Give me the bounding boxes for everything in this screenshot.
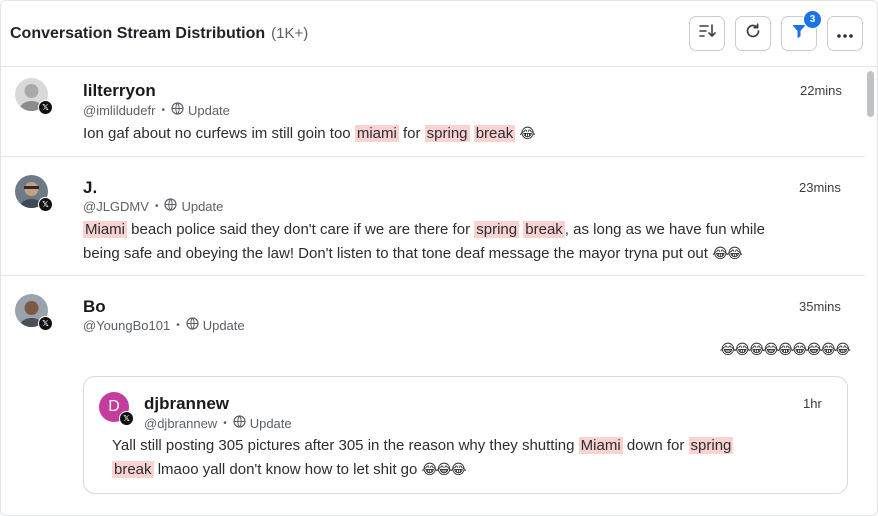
author-meta: @YoungBo101 • Update: [83, 317, 245, 333]
text-segment: beach police said they don't care if we …: [127, 221, 475, 238]
globe-icon: [186, 317, 199, 333]
author-handle[interactable]: @djbrannew: [144, 416, 217, 431]
separator-dot: •: [154, 200, 159, 212]
avatar[interactable]: 𝕏: [15, 78, 53, 115]
author-meta: @JLGDMV • Update: [83, 198, 223, 214]
avatar[interactable]: 𝕏: [15, 294, 53, 331]
author-name[interactable]: lilterryon: [83, 81, 156, 101]
keyword-highlight: Miami: [578, 437, 623, 454]
text-segment: for: [398, 125, 425, 142]
keyword-highlight: break: [112, 461, 154, 478]
refresh-icon: [744, 22, 762, 45]
laughing-emoji: 😂: [519, 126, 535, 142]
text-segment: being safe and obeying the law! Don't li…: [83, 245, 713, 262]
x-platform-icon: 𝕏: [38, 197, 53, 212]
filter-icon: [791, 23, 807, 44]
text-segment: Ion gaf about no curfews im still goin t…: [83, 125, 355, 142]
source-label: Update: [249, 415, 292, 431]
text-segment: down for: [622, 437, 689, 454]
keyword-highlight: spring: [424, 125, 470, 142]
author-handle[interactable]: @imlildudefr: [83, 103, 155, 118]
keyword-highlight: spring: [474, 221, 520, 238]
keyword-highlight: Miami: [83, 221, 127, 238]
source-label: Update: [187, 102, 230, 118]
author-name[interactable]: J.: [83, 178, 97, 198]
laughing-emoji: 😂😂😂: [421, 462, 467, 478]
x-platform-icon: 𝕏: [38, 100, 53, 115]
conversation-stream-panel: Conversation Stream Distribution (1K+) 3…: [0, 0, 878, 516]
post-text: 😂😂😂😂😂😂😂😂😂: [664, 338, 851, 362]
source-label: Update: [202, 317, 245, 333]
x-platform-icon: 𝕏: [38, 316, 53, 331]
more-horizontal-icon: [837, 25, 853, 43]
author-name[interactable]: djbrannew: [144, 394, 229, 414]
source-label: Update: [181, 198, 224, 214]
text-segment: , as long as we have fun while: [564, 221, 765, 238]
globe-icon: [171, 102, 184, 118]
more-options-button[interactable]: [827, 16, 863, 51]
post-time: 1hr: [803, 396, 822, 411]
post-card[interactable]: 𝕏 J. @JLGDMV • Update 23mins Miami beach…: [1, 157, 865, 276]
author-meta: @djbrannew • Update: [144, 415, 292, 431]
quoted-post-card[interactable]: D 𝕏 djbrannew @djbrannew • Update 1hr Ya…: [83, 376, 848, 494]
panel-title-text: Conversation Stream Distribution: [10, 25, 266, 42]
laughing-emoji: 😂😂😂😂😂😂😂😂😂: [719, 342, 851, 358]
keyword-highlight: spring: [688, 437, 734, 454]
filter-count-badge: 3: [803, 10, 822, 29]
separator-dot: •: [223, 417, 227, 429]
refresh-button[interactable]: [735, 16, 771, 51]
separator-dot: •: [176, 319, 180, 331]
laughing-emoji: 😂😂: [712, 246, 743, 262]
keyword-highlight: break: [473, 125, 516, 142]
author-meta: @imlildudefr • Update: [83, 102, 230, 118]
post-text: Miami beach police said they don't care …: [83, 218, 765, 266]
avatar[interactable]: D 𝕏: [99, 392, 134, 426]
result-count: (1K+): [271, 25, 309, 42]
post-card[interactable]: 𝕏 lilterryon @imlildudefr • Update 22min…: [1, 67, 865, 157]
author-name[interactable]: Bo: [83, 297, 106, 317]
post-time: 22mins: [800, 83, 842, 98]
scrollbar-thumb[interactable]: [867, 71, 874, 117]
keyword-highlight: miami: [354, 125, 399, 142]
keyword-highlight: break: [523, 221, 565, 238]
separator-dot: •: [161, 104, 165, 116]
post-text: Ion gaf about no curfews im still goin t…: [83, 122, 536, 146]
text-segment: Yall still posting 305 pictures after 30…: [112, 437, 579, 454]
sort-button[interactable]: [689, 16, 725, 51]
post-time: 35mins: [799, 299, 841, 314]
x-platform-icon: 𝕏: [119, 411, 134, 426]
panel-header: Conversation Stream Distribution (1K+) 3: [1, 1, 877, 67]
avatar[interactable]: 𝕏: [15, 175, 53, 212]
author-handle[interactable]: @JLGDMV: [83, 199, 149, 214]
filter-button[interactable]: 3: [781, 10, 822, 51]
post-time: 23mins: [799, 180, 841, 195]
post-text: Yall still posting 305 pictures after 30…: [112, 434, 734, 482]
avatar-initial: D: [108, 398, 120, 415]
text-segment: lmaoo yall don't know how to let shit go: [153, 461, 422, 478]
panel-title: Conversation Stream Distribution (1K+): [10, 25, 308, 43]
globe-icon: [164, 198, 178, 214]
sort-icon: [698, 23, 716, 44]
author-handle[interactable]: @YoungBo101: [83, 318, 170, 333]
globe-icon: [233, 415, 246, 431]
